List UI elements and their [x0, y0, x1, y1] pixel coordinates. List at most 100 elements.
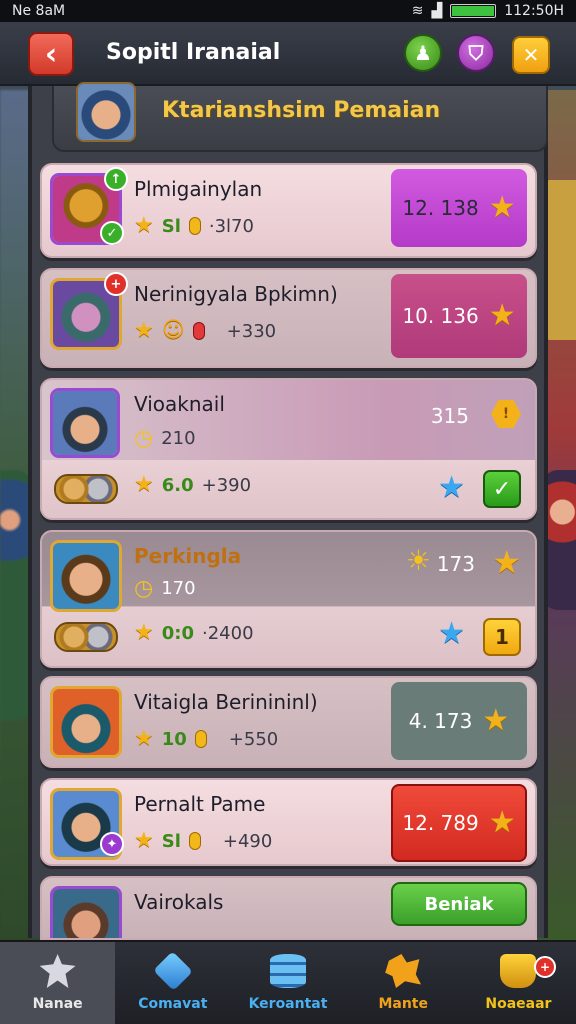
star-icon: ★ [134, 620, 154, 645]
list-item[interactable]: Perkingla ◷ 170 ☀ 173 ★ ★ 0:0 ·2400 ★ 1 [40, 530, 537, 668]
price-button[interactable]: 12. 138 ★ [391, 169, 527, 247]
star-icon: ★ [488, 190, 516, 225]
stat-score: +490 [222, 830, 273, 852]
count-button[interactable]: 1 [483, 618, 521, 656]
item-stats: ◷ 210 [134, 426, 196, 451]
stat-coins: 210 [161, 428, 196, 449]
price-button[interactable]: 4. 173 ★ [391, 682, 527, 760]
price-label: 4. 173 [408, 709, 473, 733]
list-item[interactable]: Vitaigla Berinininl) ★ 10 +550 4. 173 ★ [40, 676, 537, 768]
nav-label: Comavat [138, 996, 208, 1012]
stat-value: Sl [161, 215, 181, 237]
list-item[interactable]: ✦ Pernalt Pame ★ Sl +490 12. 789 ★ [40, 778, 537, 866]
star-icon: ★ [488, 298, 516, 333]
header: ‹ Sopitl Iranaial ♟ ⛉ ✕ [0, 22, 576, 86]
profile-icon: ♟ [414, 41, 432, 65]
map-icon [385, 954, 422, 988]
shield-button[interactable]: ⛉ [457, 34, 495, 72]
price-label: 10. 136 [402, 304, 479, 328]
item-name: Vitaigla Berinininl) [134, 690, 318, 714]
level-badge-icon: ↑ [104, 167, 128, 191]
item-name: Nerinigyala Bpkimn) [134, 282, 338, 306]
shield-icon: ⛉ [468, 41, 484, 65]
price-label: 12. 789 [402, 811, 479, 835]
item-substats: ★ 0:0 ·2400 [134, 622, 254, 644]
nav-item-home[interactable]: Nanae [0, 942, 116, 1024]
database-icon [270, 954, 306, 988]
stat-score: +550 [228, 728, 279, 750]
nav-label: Nanae [32, 996, 83, 1012]
nav-label: Noaeaar [485, 996, 552, 1012]
sub-score: +390 [201, 474, 252, 496]
price-label: 12. 138 [402, 196, 479, 220]
sub-value: 6.0 [161, 474, 194, 496]
item-name: Vioaknail [134, 392, 225, 416]
notification-badge: + [534, 956, 557, 978]
avatar [50, 686, 122, 758]
status-time: Ne 8aM [12, 3, 66, 19]
price-button[interactable]: 10. 136 ★ [391, 274, 527, 358]
back-button[interactable]: ‹ [28, 32, 74, 76]
panel-title: Ktarianshsim Pemaian [162, 98, 441, 123]
alert-badge-icon: + [104, 272, 128, 296]
item-stats: ★ 10 +550 [134, 728, 278, 750]
close-icon: ✕ [522, 43, 540, 67]
clock-coin-icon: ◷ [134, 426, 154, 451]
avatar [50, 540, 122, 612]
check-badge-icon: ✓ [100, 221, 124, 245]
item-name: Plmigainylan [134, 177, 263, 201]
coin-icon [188, 217, 201, 235]
cube-icon [152, 951, 193, 991]
star-icon: ★ [134, 472, 154, 497]
coin-icon [188, 832, 201, 850]
stat-coins: 170 [161, 578, 196, 599]
action-button[interactable]: Beniak [391, 882, 527, 926]
star-icon: ★ [134, 213, 154, 238]
chest-icon [54, 622, 118, 652]
nav-item-comavat[interactable]: Comavat [115, 942, 230, 1024]
smile-coin-icon: ☺ [161, 318, 185, 343]
page-title: Sopitl Iranaial [106, 40, 281, 65]
list-item[interactable]: ↑ ✓ Plmigainylan ★ Sl ·3l70 12. 138 ★ [40, 163, 537, 258]
list-item[interactable]: + Nerinigyala Bpkimn) ★ ☺ +330 10. 136 ★ [40, 268, 537, 368]
nav-item-mante[interactable]: Mante [346, 942, 461, 1024]
chest-icon [54, 474, 118, 504]
status-clock: 112:50H [504, 3, 564, 19]
stat-value: Sl [161, 830, 181, 852]
back-arrow-icon: ‹ [44, 36, 58, 72]
item-value: 315 [430, 404, 469, 428]
nav-label: Keroantat [248, 996, 328, 1012]
item-stats: ★ Sl +490 [134, 830, 272, 852]
panel-avatar [76, 82, 136, 142]
nav-item-noaeaar[interactable]: + Noaeaar [461, 942, 576, 1024]
item-name: Vairokals [134, 890, 224, 914]
stat-score: ·3l70 [208, 215, 254, 237]
item-substats: ★ 6.0 +390 [134, 474, 251, 496]
background-sign [544, 180, 576, 340]
star-icon: ★ [482, 703, 510, 738]
favorite-star-icon[interactable]: ★ [438, 616, 465, 651]
list-item[interactable]: Vioaknail ◷ 210 315 ! ★ 6.0 +390 ★ ✓ [40, 378, 537, 520]
nav-item-keroantat[interactable]: Keroantat [230, 942, 345, 1024]
stat-score: +330 [226, 320, 277, 342]
favorite-star-icon[interactable]: ★ [438, 470, 465, 505]
item-name: Pernalt Pame [134, 792, 266, 816]
item-stats: ★ Sl ·3l70 [134, 215, 254, 237]
gem-icon: ! [491, 400, 521, 428]
trophy-icon [500, 954, 537, 988]
profile-button[interactable]: ♟ [404, 34, 442, 72]
list-item[interactable]: Vairokals Beniak [40, 876, 537, 940]
check-icon: ✓ [492, 476, 512, 502]
star-badge-icon [39, 954, 76, 988]
star-icon: ★ [492, 543, 521, 581]
confirm-button[interactable]: ✓ [483, 470, 521, 508]
avatar [50, 886, 122, 938]
sub-value: 0:0 [161, 622, 194, 644]
boost-badge-icon: ✦ [100, 832, 124, 856]
item-subrow: ★ 6.0 +390 ★ ✓ [42, 460, 535, 518]
sub-score: ·2400 [201, 622, 254, 644]
star-icon: ★ [134, 318, 154, 343]
close-button[interactable]: ✕ [512, 36, 550, 74]
item-stats: ◷ 170 [134, 576, 196, 601]
price-button[interactable]: 12. 789 ★ [391, 784, 527, 862]
